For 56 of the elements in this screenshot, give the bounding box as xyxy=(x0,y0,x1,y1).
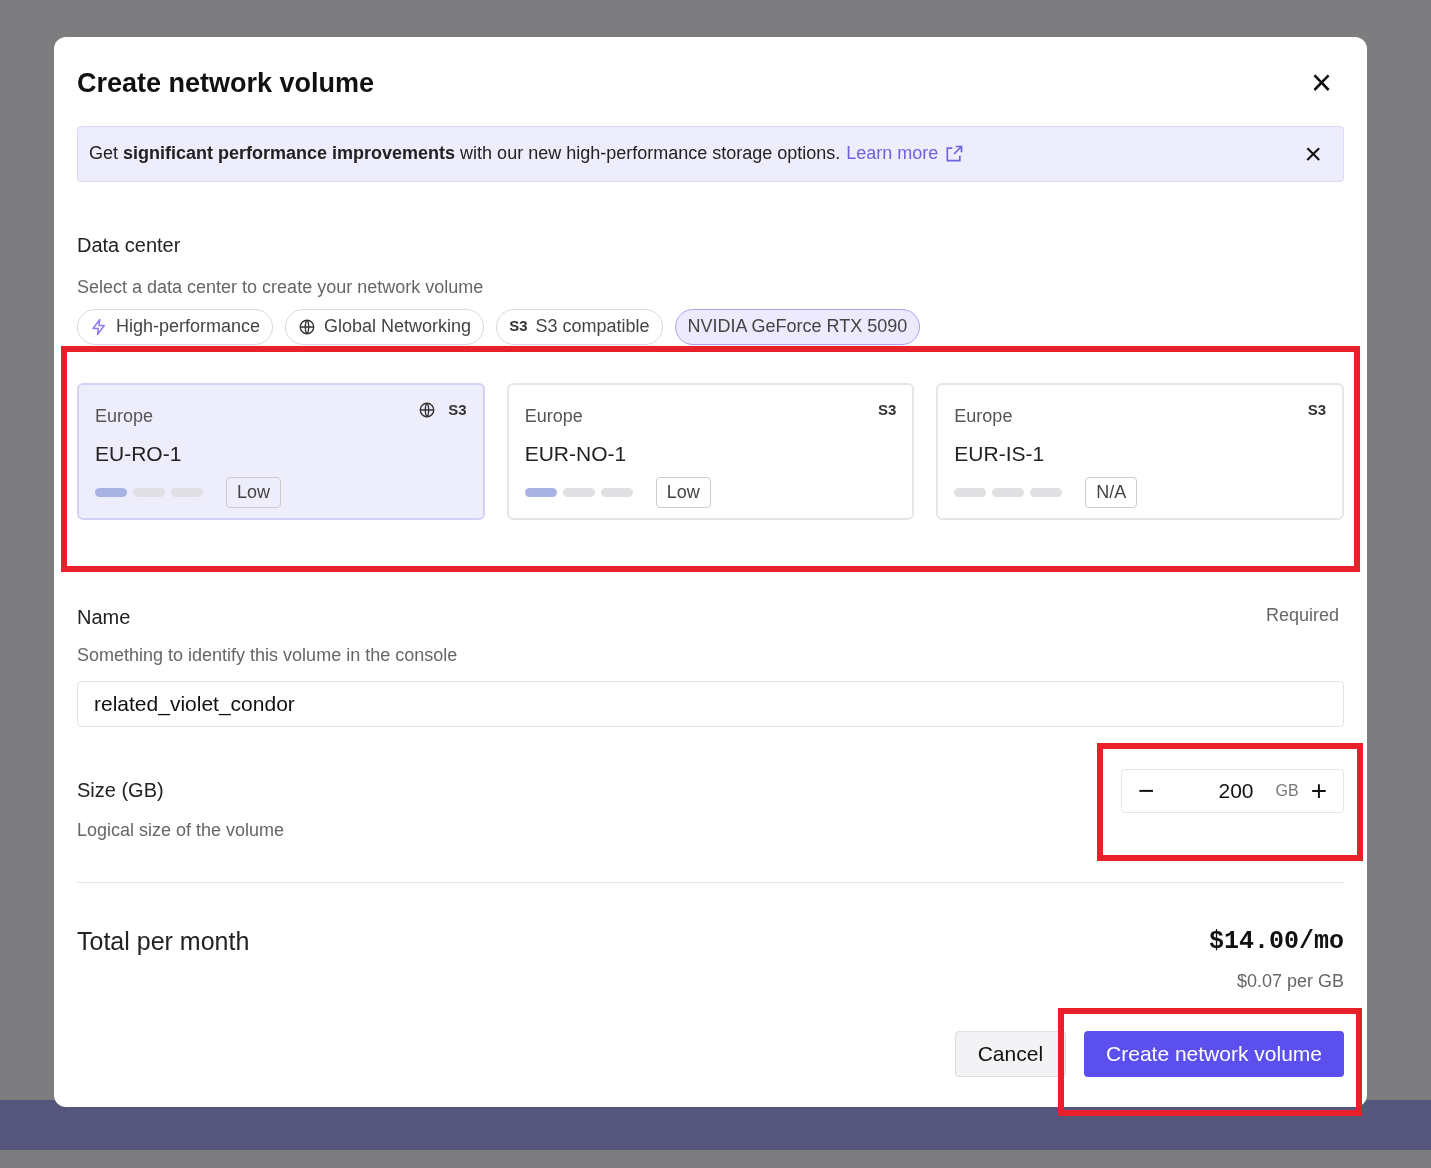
region-label: Europe xyxy=(95,404,154,428)
lightning-icon xyxy=(90,317,108,336)
external-link-icon xyxy=(944,143,965,164)
field-description: Something to identify this volume in the console xyxy=(77,643,459,667)
field-label: Size (GB) xyxy=(77,777,165,803)
increment-button[interactable]: + xyxy=(1310,776,1327,805)
meter-segment xyxy=(524,488,557,497)
total-label: Total per month xyxy=(77,925,250,957)
meter-segment xyxy=(95,488,127,497)
meter-segment xyxy=(1030,488,1063,497)
dialog-title: Create network volume xyxy=(77,67,375,100)
total-price: $14.00/mo xyxy=(1208,925,1344,958)
meter-segment xyxy=(954,488,987,497)
decrement-button[interactable]: − xyxy=(1138,776,1155,805)
meter-segment xyxy=(133,488,165,497)
meter-segment xyxy=(171,488,203,497)
s3-icon: S3 xyxy=(1307,398,1326,421)
field-description: Logical size of the volume xyxy=(77,818,285,842)
availability-badge: Low xyxy=(226,477,282,508)
required-label: Required xyxy=(1265,603,1340,627)
filter-chip[interactable]: S3 S3 compatible xyxy=(496,308,663,345)
meter-segment xyxy=(600,488,633,497)
banner-text: Get significant performance improvements with our new high-performance storage options. xyxy=(89,142,841,165)
meter-segment xyxy=(562,488,595,497)
name-input[interactable]: related_violet_condor xyxy=(77,680,1344,727)
availability-badge: Low xyxy=(655,477,711,508)
s3-icon: S3 xyxy=(448,398,467,421)
s3-icon: S3 xyxy=(878,398,897,421)
data-center-name: EU-RO-1 xyxy=(95,440,183,467)
filter-chip[interactable]: NVIDIA GeForce RTX 5090 xyxy=(674,308,921,345)
size-value: 200 xyxy=(1218,777,1254,804)
data-center-name: EUR-IS-1 xyxy=(954,440,1046,467)
data-center-name: EUR-NO-1 xyxy=(524,440,628,467)
data-center-card[interactable]: Europe S3 EUR-NO-1 Low xyxy=(506,382,915,520)
section-label: Data center xyxy=(77,232,182,258)
region-label: Europe xyxy=(524,404,583,428)
filter-chip[interactable]: High-performance xyxy=(77,308,274,345)
s3-icon: S3 xyxy=(509,315,528,338)
globe-icon xyxy=(418,400,437,419)
region-label: Europe xyxy=(954,404,1013,428)
data-center-card[interactable]: Europe S3 EU-RO-1 Low xyxy=(77,382,485,520)
size-stepper[interactable]: − 200 GB + xyxy=(1121,768,1344,813)
cancel-button[interactable]: Cancel xyxy=(954,1031,1067,1077)
close-button[interactable]: × xyxy=(1310,65,1344,102)
filter-chip[interactable]: Global Networking xyxy=(285,308,485,345)
unit-label: GB xyxy=(1275,780,1299,801)
meter-segment xyxy=(992,488,1025,497)
availability-badge: N/A xyxy=(1085,477,1138,508)
data-center-card[interactable]: Europe S3 EUR-IS-1 N/A xyxy=(936,382,1344,520)
globe-icon xyxy=(298,317,317,336)
price-rate: $0.07 per GB xyxy=(1236,970,1344,993)
learn-more-link[interactable]: Learn more xyxy=(846,140,965,167)
dismiss-button[interactable]: × xyxy=(1304,138,1332,169)
create-button[interactable]: Create network volume xyxy=(1084,1031,1344,1077)
field-label: Name xyxy=(77,604,131,630)
section-description: Select a data center to create your network volume xyxy=(77,275,485,299)
